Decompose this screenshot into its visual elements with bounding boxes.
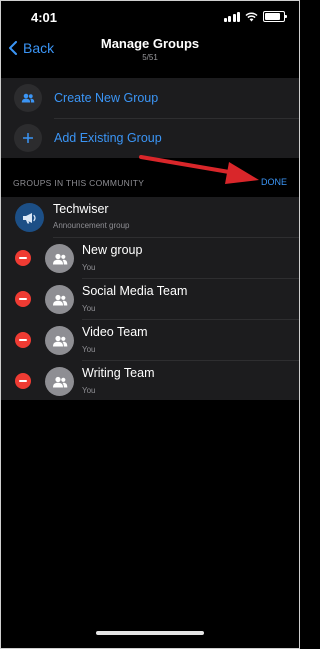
remove-group-button[interactable] <box>15 291 31 307</box>
group-row[interactable]: Video Team You <box>1 320 299 361</box>
group-name: Video Team <box>82 325 148 339</box>
section-title: GROUPS IN THIS COMMUNITY <box>13 178 145 188</box>
group-row[interactable]: Social Media Team You <box>1 279 299 320</box>
group-row-announcement[interactable]: Techwiser Announcement group <box>1 197 299 238</box>
page-title: Manage Groups <box>100 36 200 51</box>
megaphone-icon <box>15 203 44 232</box>
add-existing-group-button[interactable]: Add Existing Group <box>1 118 299 158</box>
home-indicator[interactable] <box>96 631 204 635</box>
remove-group-button[interactable] <box>15 332 31 348</box>
group-name: New group <box>82 243 143 257</box>
status-icons <box>223 11 287 22</box>
group-subtitle: You <box>82 304 96 313</box>
navigation-bar: Back Manage Groups 5/51 <box>1 31 299 73</box>
group-subtitle: Announcement group <box>53 221 130 230</box>
group-subtitle: You <box>82 345 96 354</box>
battery-icon <box>263 11 287 22</box>
group-name: Techwiser <box>53 202 109 216</box>
annotation-arrow <box>139 155 259 184</box>
create-new-group-button[interactable]: Create New Group <box>1 78 299 118</box>
group-subtitle: You <box>82 386 96 395</box>
actions-panel: Create New Group Add Existing Group <box>1 78 299 158</box>
cellular-signal-icon <box>223 11 240 22</box>
group-count: 5/51 <box>142 53 158 62</box>
group-name: Writing Team <box>82 366 155 380</box>
wifi-icon <box>245 11 258 21</box>
status-time: 4:01 <box>31 10 58 25</box>
people-icon <box>14 84 42 112</box>
remove-group-button[interactable] <box>15 373 31 389</box>
group-row[interactable]: Writing Team You <box>1 361 299 402</box>
group-avatar-icon <box>45 367 74 396</box>
group-avatar-icon <box>45 326 74 355</box>
group-subtitle: You <box>82 263 96 272</box>
plus-icon <box>14 124 42 152</box>
group-row[interactable]: New group You <box>1 238 299 279</box>
phone-screen: 4:01 Back Manage Groups 5/51 Create New … <box>0 0 300 649</box>
remove-group-button[interactable] <box>15 250 31 266</box>
group-name: Social Media Team <box>82 284 188 298</box>
add-existing-group-label: Add Existing Group <box>54 131 162 145</box>
status-bar: 4:01 <box>1 1 299 31</box>
group-avatar-icon <box>45 285 74 314</box>
create-new-group-label: Create New Group <box>54 91 159 105</box>
group-avatar-icon <box>45 244 74 273</box>
groups-list: Techwiser Announcement group New group Y… <box>1 197 299 400</box>
